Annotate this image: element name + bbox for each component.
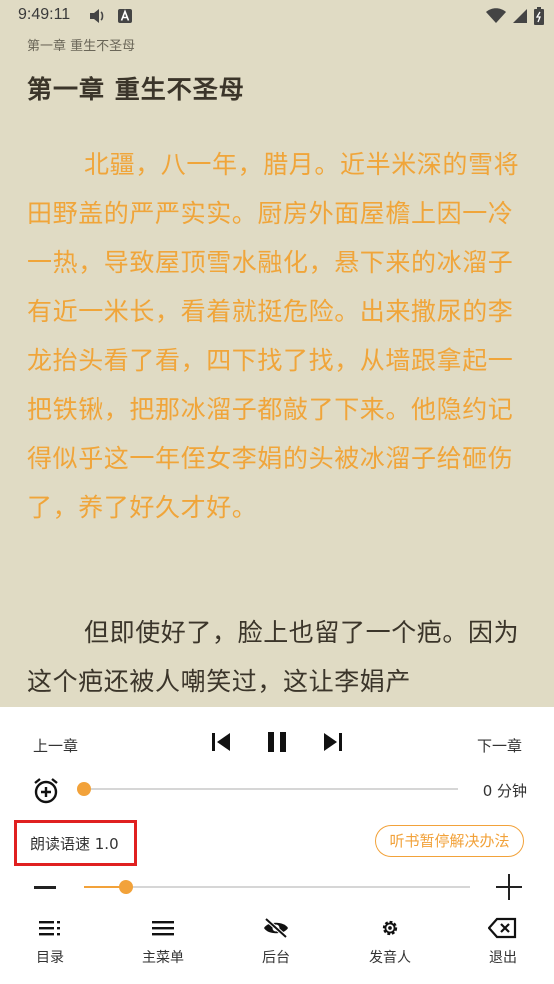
tab-exit[interactable]: 退出 xyxy=(463,917,543,967)
speed-slider-thumb[interactable] xyxy=(119,880,133,894)
timer-slider-thumb[interactable] xyxy=(77,782,91,796)
next-chapter-button[interactable]: 下一章 xyxy=(477,735,522,756)
signal-icon xyxy=(512,8,528,28)
chapter-title: 第一章 重生不圣母 xyxy=(27,75,245,104)
cast-icon xyxy=(88,8,106,28)
toc-icon xyxy=(39,921,60,936)
prev-chapter-button[interactable]: 上一章 xyxy=(33,735,78,756)
timer-value: 0 分钟 xyxy=(482,782,527,800)
speed-decrease-button[interactable] xyxy=(34,886,56,889)
tab-label: 目录 xyxy=(36,950,64,966)
wifi-icon xyxy=(486,8,506,28)
battery-icon xyxy=(534,7,544,29)
speech-speed-label: 朗读语速 1.0 xyxy=(30,835,119,853)
tab-toc[interactable]: 目录 xyxy=(10,917,90,967)
speed-slider-track[interactable] xyxy=(84,886,470,888)
tab-label: 退出 xyxy=(489,950,517,966)
menu-icon xyxy=(152,921,174,936)
a-badge-icon xyxy=(118,8,132,27)
header-chapter-name: 第一章 重生不圣母 xyxy=(27,39,136,54)
tab-label: 主菜单 xyxy=(142,950,184,966)
status-bar: 9:49:11 xyxy=(0,0,554,32)
tab-label: 发音人 xyxy=(369,950,411,966)
tab-background[interactable]: 后台 xyxy=(236,917,316,967)
tab-label: 后台 xyxy=(262,950,290,966)
timer-slider-track[interactable] xyxy=(84,788,458,790)
backspace-icon xyxy=(488,917,517,939)
eye-off-icon xyxy=(264,917,288,939)
tab-voice[interactable]: 发音人 xyxy=(350,917,430,967)
tab-main-menu[interactable]: 主菜单 xyxy=(123,917,203,967)
skip-next-icon[interactable] xyxy=(320,729,346,755)
paragraph: 但即使好了，脸上也留了一个疤。因为这个疤还被人嘲笑过，这让李娟产 xyxy=(27,618,520,696)
alarm-add-icon[interactable] xyxy=(32,777,60,809)
skip-previous-icon[interactable] xyxy=(208,729,234,755)
plus-icon-vertical[interactable] xyxy=(508,874,510,900)
status-time: 9:49:11 xyxy=(18,6,71,23)
pause-icon[interactable] xyxy=(264,729,290,755)
pause-help-button[interactable]: 听书暂停解决办法 xyxy=(375,825,524,857)
gear-icon xyxy=(382,920,398,936)
tts-control-panel: 上一章 下一章 0 分钟 朗读语速 1.0 听书暂停解决办法 目录 主菜单 后台… xyxy=(0,707,554,984)
paragraph-highlighted: 北疆，八一年，腊月。近半米深的雪将田野盖的严严实实。厨房外面屋檐上因一冷一热，导… xyxy=(27,150,520,522)
